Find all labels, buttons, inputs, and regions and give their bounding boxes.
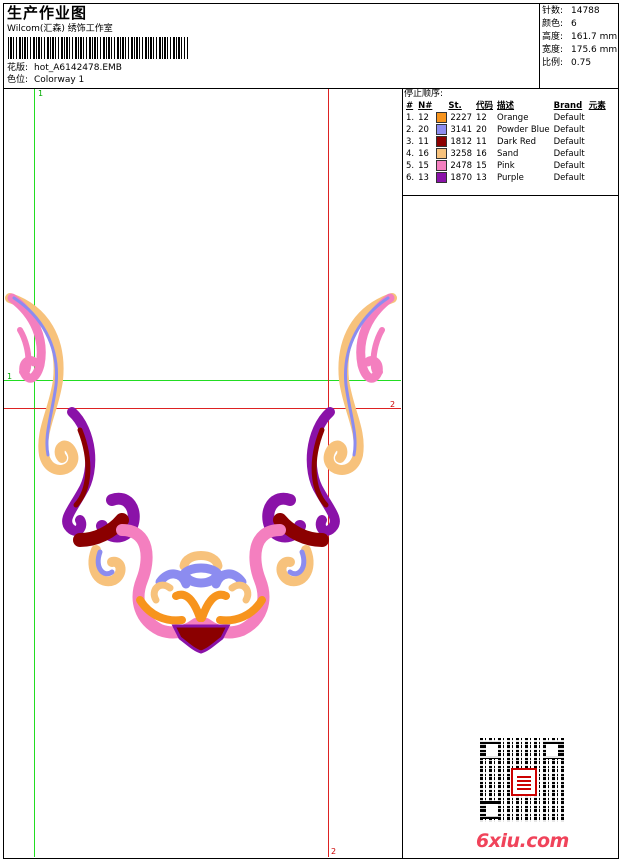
height-label: 高度: xyxy=(542,32,564,42)
row-brand: Default xyxy=(553,137,585,147)
row-description: Pink xyxy=(497,161,515,171)
thread-row: 1. 12 2227 12 Orange Default xyxy=(404,112,608,124)
row-element xyxy=(587,172,608,184)
stitch-count-label: 针数: xyxy=(542,6,564,16)
row-stitches: 2478 xyxy=(434,160,474,172)
row-element xyxy=(587,148,608,160)
row-brand: Default xyxy=(553,113,585,123)
col-stitches: St. xyxy=(448,101,462,111)
row-needle: 11 xyxy=(418,137,429,147)
color-swatch xyxy=(436,148,448,159)
row-brand: Default xyxy=(553,149,585,159)
stitch-count: 3258 xyxy=(450,149,473,159)
row-description: Sand xyxy=(497,149,519,159)
row-description: Powder Blue xyxy=(497,125,550,135)
center-blue-flower xyxy=(179,563,223,588)
stop-sequence-label: 停止顺序: xyxy=(404,89,444,99)
right-half xyxy=(200,293,397,639)
thread-row: 4. 16 3258 16 Sand Default xyxy=(404,148,608,160)
center-orange-right xyxy=(198,590,230,622)
thread-row: 5. 15 2478 15 Pink Default xyxy=(404,160,608,172)
scale-label: 比例: xyxy=(542,58,564,68)
row-index: 2. xyxy=(406,125,415,135)
row-index: 6. xyxy=(406,173,415,183)
sand-left-flower xyxy=(150,581,174,604)
stitch-count: 2478 xyxy=(450,161,473,171)
row-stitches: 2227 xyxy=(434,112,474,124)
table-bottom-divider xyxy=(402,195,618,196)
row-description: Orange xyxy=(497,113,529,123)
row-brand: Default xyxy=(553,161,585,171)
thread-table: # N# St. 代码 描述 Brand 元素 1. 12 2227 12 Orange… xyxy=(404,100,608,184)
row-code: 11 xyxy=(476,137,487,147)
row-index: 3. xyxy=(406,137,415,147)
row-description: Purple xyxy=(497,173,524,183)
row-code: 16 xyxy=(476,149,487,159)
left-half xyxy=(5,293,202,639)
scale-value: 0.75 xyxy=(571,58,592,68)
color-count-label: 颜色: xyxy=(542,19,564,29)
row-index: 5. xyxy=(406,161,415,171)
row-element xyxy=(587,112,608,124)
width-label: 宽度: xyxy=(542,45,564,55)
stitch-count: 1812 xyxy=(450,137,473,147)
col-element: 元素 xyxy=(588,101,606,111)
col-description: 描述 xyxy=(497,101,515,111)
row-stitches: 3141 xyxy=(434,124,474,136)
color-swatch xyxy=(436,160,448,171)
color-swatch xyxy=(436,136,448,147)
row-needle: 13 xyxy=(418,173,429,183)
row-stitches: 3258 xyxy=(434,148,474,160)
row-index: 4. xyxy=(406,149,415,159)
row-code: 20 xyxy=(476,125,487,135)
sand-right-flower xyxy=(228,581,252,604)
width-value: 175.6 mm xyxy=(571,45,618,55)
center-darkred-drop xyxy=(171,624,231,654)
red-seal-logo xyxy=(511,768,537,796)
row-element xyxy=(587,124,608,136)
row-element xyxy=(587,160,608,172)
watermark-site[interactable]: 6xiu.com xyxy=(476,830,569,852)
row-element xyxy=(587,136,608,148)
color-swatch xyxy=(436,124,448,135)
color-swatch xyxy=(436,112,448,123)
row-description: Dark Red xyxy=(497,137,537,147)
color-count-value: 6 xyxy=(571,19,577,29)
thread-row: 2. 20 3141 20 Powder Blue Default xyxy=(404,124,608,136)
col-code: 代码 xyxy=(476,101,494,111)
row-needle: 12 xyxy=(418,113,429,123)
thread-row: 3. 11 1812 11 Dark Red Default xyxy=(404,136,608,148)
row-code: 15 xyxy=(476,161,487,171)
row-stitches: 1812 xyxy=(434,136,474,148)
color-swatch xyxy=(436,172,448,183)
row-code: 13 xyxy=(476,173,487,183)
stats-divider xyxy=(539,3,540,89)
stitch-count: 1870 xyxy=(450,173,473,183)
row-needle: 16 xyxy=(418,149,429,159)
row-needle: 20 xyxy=(418,125,429,135)
row-code: 12 xyxy=(476,113,487,123)
height-value: 161.7 mm xyxy=(571,32,618,42)
panel-divider xyxy=(402,88,403,858)
col-brand: Brand xyxy=(553,101,583,111)
stitch-count-value: 14788 xyxy=(571,6,600,16)
stitch-count: 2227 xyxy=(450,113,473,123)
thread-table-header: # N# St. 代码 描述 Brand 元素 xyxy=(404,100,608,112)
thread-row: 6. 13 1870 13 Purple Default xyxy=(404,172,608,184)
row-stitches: 1870 xyxy=(434,172,474,184)
row-index: 1. xyxy=(406,113,415,123)
row-needle: 15 xyxy=(418,161,429,171)
stitch-count: 3141 xyxy=(450,125,473,135)
row-brand: Default xyxy=(553,173,585,183)
row-brand: Default xyxy=(553,125,585,135)
col-index: # xyxy=(406,101,414,111)
center-orange-left xyxy=(172,590,204,622)
col-needle: N# xyxy=(418,101,433,111)
embroidery-design xyxy=(5,293,397,654)
